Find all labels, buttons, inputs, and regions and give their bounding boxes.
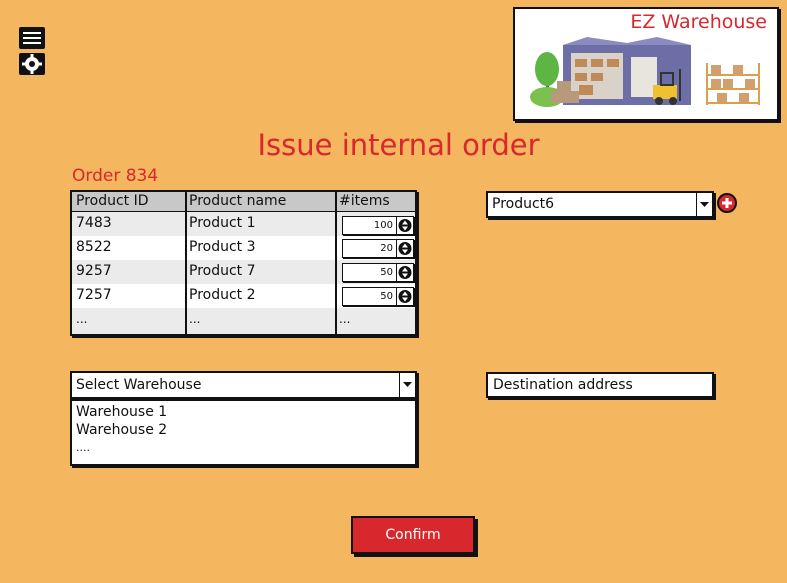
column-divider xyxy=(335,192,337,334)
table-cell-product-id: 9257 xyxy=(76,263,112,279)
column-header-product-name: Product name xyxy=(189,193,287,209)
list-icon[interactable] xyxy=(18,26,46,50)
warehouse-select-placeholder: Select Warehouse xyxy=(76,377,202,393)
table-cell-product-name: Product 1 xyxy=(189,215,256,231)
warehouse-option-more: .... xyxy=(76,441,90,454)
logo-title: EZ Warehouse xyxy=(630,11,767,33)
order-label: Order 834 xyxy=(72,166,159,186)
stepper-arrows-icon[interactable] xyxy=(396,288,413,305)
warehouse-select[interactable]: Select Warehouse xyxy=(70,371,417,399)
page-title: Issue internal order xyxy=(257,128,540,162)
warehouse-option[interactable]: Warehouse 1 xyxy=(76,403,167,421)
warehouse-option[interactable]: Warehouse 2 xyxy=(76,421,167,439)
destination-address-input[interactable]: Destination address xyxy=(486,372,714,398)
product-select-value: Product6 xyxy=(492,196,555,212)
product-select[interactable]: Product6 xyxy=(486,191,714,218)
table-cell-product-id: 7483 xyxy=(76,215,112,231)
warehouse-illustration xyxy=(530,37,760,107)
stepper-arrows-icon[interactable] xyxy=(396,240,413,257)
logo: EZ Warehouse xyxy=(513,7,779,121)
table-cell-product-name: Product 7 xyxy=(189,263,256,279)
product-table: Product ID Product name #items 7483 Prod… xyxy=(70,190,417,336)
destination-placeholder: Destination address xyxy=(493,377,633,393)
quantity-stepper[interactable]: 50 xyxy=(342,263,414,282)
chevron-down-icon[interactable] xyxy=(399,373,415,397)
table-cell-product-name: Product 3 xyxy=(189,239,256,255)
confirm-button[interactable]: Confirm xyxy=(351,516,475,554)
table-cell-ellipsis: ... xyxy=(76,312,88,326)
table-cell-product-name: Product 2 xyxy=(189,287,256,303)
column-divider xyxy=(185,192,187,334)
stepper-arrows-icon[interactable] xyxy=(396,217,413,234)
column-header-product-id: Product ID xyxy=(76,193,149,209)
table-cell-ellipsis: ... xyxy=(339,312,351,326)
stepper-arrows-icon[interactable] xyxy=(396,264,413,281)
quantity-stepper[interactable]: 100 xyxy=(342,216,414,235)
quantity-stepper[interactable]: 50 xyxy=(342,287,414,306)
table-cell-ellipsis: ... xyxy=(189,312,201,326)
plus-circle-icon xyxy=(717,193,737,213)
table-cell-product-id: 7257 xyxy=(76,287,112,303)
table-cell-product-id: 8522 xyxy=(76,239,112,255)
warehouse-options-list: Warehouse 1 Warehouse 2 .... xyxy=(70,399,417,466)
quantity-stepper[interactable]: 20 xyxy=(342,239,414,258)
chevron-down-icon[interactable] xyxy=(696,193,712,216)
column-header-items: #items xyxy=(339,193,390,209)
add-product-button[interactable] xyxy=(717,193,737,213)
gear-icon[interactable] xyxy=(18,52,46,76)
